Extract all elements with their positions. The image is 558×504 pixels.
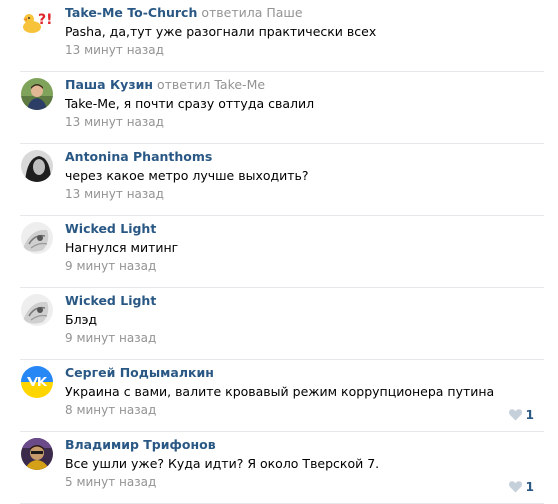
avatar[interactable] [21, 294, 53, 326]
comment-text: Take-Me, я почти сразу оттуда свалил [65, 96, 315, 111]
author-link[interactable]: Wicked Light [65, 293, 156, 308]
comment-timestamp[interactable]: 13 минут назад [65, 186, 504, 203]
comment-header: Take-Me To-Church ответила Паше [65, 4, 504, 21]
comment-timestamp[interactable]: 13 минут назад [65, 42, 504, 59]
comment-body: Владимир Трифонов Все ушли уже? Куда идт… [65, 436, 504, 491]
vk-logo-icon [21, 366, 53, 398]
comment-text: Украина с вами, валите кровавый режим ко… [65, 384, 495, 399]
author-link[interactable]: Сергей Подымалкин [65, 365, 214, 380]
author-link[interactable]: Antonina Phanthoms [65, 149, 212, 164]
like-count: 1 [525, 408, 534, 422]
like-button[interactable]: 1 [508, 408, 534, 422]
comment-header: Wicked Light [65, 292, 504, 309]
comment-text: Нагнулся митинг [65, 240, 179, 255]
comment-text: Все ушли уже? Куда идти? Я около Тверско… [65, 456, 380, 471]
user-photo-icon [21, 294, 53, 326]
comment-body: Wicked Light Нагнулся митинг 9 минут наз… [65, 220, 504, 275]
comment-body: Antonina Phanthoms через какое метро луч… [65, 148, 504, 203]
reply-verb: ответила [201, 5, 263, 20]
avatar[interactable] [21, 222, 53, 254]
heart-icon [508, 481, 522, 493]
comment-item: Паша Кузин ответил Take-Me Take-Me, я по… [0, 72, 544, 144]
heart-icon [508, 409, 522, 421]
author-link[interactable]: Wicked Light [65, 221, 156, 236]
comment-timestamp[interactable]: 9 минут назад [65, 330, 504, 347]
comment-body: Take-Me To-Church ответила Паше Pasha, д… [65, 4, 504, 59]
comment-timestamp[interactable]: 5 минут назад [65, 474, 504, 491]
comment-item: Сергей Подымалкин Украина с вами, валите… [0, 360, 544, 432]
comment-timestamp[interactable]: 8 минут назад [65, 402, 504, 419]
comment-item: Владимир Трифонов Все ушли уже? Куда идт… [0, 432, 544, 504]
reply-info: ответила Паше [201, 5, 302, 20]
comment-header: Сергей Подымалкин [65, 364, 504, 381]
user-photo-icon [21, 222, 53, 254]
reply-verb: ответил [156, 77, 211, 92]
comment-body: Wicked Light Блэд 9 минут назад [65, 292, 504, 347]
comment-header: Wicked Light [65, 220, 504, 237]
comment-item: ?! Take-Me To-Church ответила Паше Pasha… [0, 0, 544, 72]
comment-body: Сергей Подымалкин Украина с вами, валите… [65, 364, 504, 419]
comments-feed: ?! Take-Me To-Church ответила Паше Pasha… [0, 0, 558, 504]
comment-item: Wicked Light Нагнулся митинг 9 минут наз… [0, 216, 544, 288]
comment-item: Antonina Phanthoms через какое метро луч… [0, 144, 544, 216]
comment-text: Блэд [65, 312, 98, 327]
comment-text: Pasha, да,тут уже разогнали практически … [65, 24, 377, 39]
reply-target-link[interactable]: Паше [266, 5, 302, 20]
comment-timestamp[interactable]: 9 минут назад [65, 258, 504, 275]
comment-item: Wicked Light Блэд 9 минут назад [0, 288, 544, 360]
author-link[interactable]: Владимир Трифонов [65, 437, 216, 452]
user-photo-icon [21, 150, 53, 182]
avatar[interactable] [21, 78, 53, 110]
comment-body: Паша Кузин ответил Take-Me Take-Me, я по… [65, 76, 504, 131]
comment-timestamp[interactable]: 13 минут назад [65, 114, 504, 131]
reply-target-link[interactable]: Take-Me [214, 77, 265, 92]
like-count: 1 [525, 480, 534, 494]
svg-text:?!: ?! [38, 12, 53, 28]
like-button[interactable]: 1 [508, 480, 534, 494]
user-photo-icon [21, 78, 53, 110]
comment-header: Владимир Трифонов [65, 436, 504, 453]
avatar[interactable] [21, 366, 53, 398]
avatar[interactable] [21, 438, 53, 470]
author-link[interactable]: Take-Me To-Church [65, 5, 197, 20]
comment-text: через какое метро лучше выходить? [65, 168, 309, 183]
duck-emoji-icon: ?! [23, 12, 53, 33]
author-link[interactable]: Паша Кузин [65, 77, 153, 92]
reply-info: ответил Take-Me [157, 77, 265, 92]
comment-header: Antonina Phanthoms [65, 148, 504, 165]
avatar[interactable] [21, 150, 53, 182]
comment-header: Паша Кузин ответил Take-Me [65, 76, 504, 93]
avatar[interactable]: ?! [21, 6, 53, 38]
user-photo-icon [21, 438, 53, 470]
